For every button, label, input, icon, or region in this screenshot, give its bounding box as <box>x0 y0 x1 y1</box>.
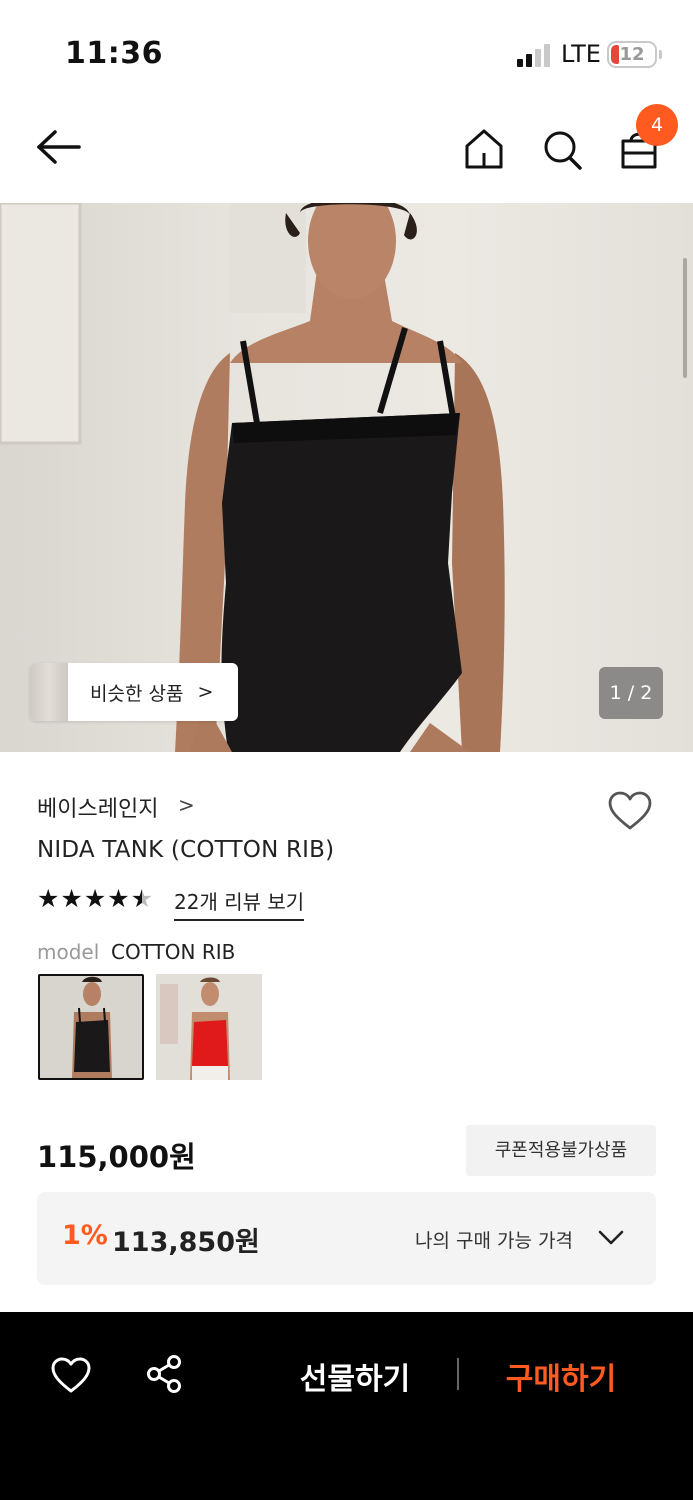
battery-level: 12 <box>619 44 645 65</box>
star-icon: ★ <box>83 884 107 913</box>
swatch-thumbnail <box>156 974 262 1080</box>
color-swatch-black[interactable] <box>38 974 144 1080</box>
reviews-link[interactable]: 22개 리뷰 보기 <box>174 886 305 921</box>
brand-link[interactable]: 베이스레인지 <box>37 791 158 823</box>
image-page-indicator: 1 / 2 <box>599 667 663 719</box>
scroll-indicator <box>683 258 687 378</box>
search-icon[interactable] <box>541 127 583 171</box>
similar-thumbnail <box>30 663 68 721</box>
discount-rate: 1% <box>62 1220 108 1251</box>
original-price: 115,000원 <box>37 1140 196 1174</box>
arrow-left-icon[interactable] <box>35 127 83 167</box>
signal-icon <box>517 43 553 67</box>
battery-icon: 12 <box>607 41 657 68</box>
divider <box>457 1358 459 1390</box>
heart-outline-icon[interactable] <box>50 1356 92 1394</box>
buy-button[interactable]: 구매하기 <box>486 1354 636 1398</box>
network-type: LTE <box>561 40 601 68</box>
swatch-thumbnail <box>40 976 142 1078</box>
top-nav <box>0 100 693 203</box>
my-price-panel[interactable]: 1% 113,850원 나의 구매 가능 가격 <box>37 1192 656 1285</box>
cart-count-badge: 4 <box>636 104 678 146</box>
chevron-right-icon[interactable]: > <box>178 793 195 817</box>
my-price-label: 나의 구매 가능 가격 <box>415 1230 573 1252</box>
star-icon: ★ <box>107 884 130 913</box>
discount-price: 113,850원 <box>112 1227 260 1258</box>
gift-button[interactable]: 선물하기 <box>280 1354 430 1398</box>
chevron-right-icon: > <box>197 681 214 703</box>
share-icon[interactable] <box>145 1354 185 1394</box>
chevron-down-icon[interactable] <box>597 1228 625 1248</box>
battery-cap <box>659 50 662 59</box>
status-bar: 11:36 LTE 12 <box>0 0 693 100</box>
heart-outline-icon[interactable] <box>607 790 653 832</box>
model-label: model <box>37 940 100 964</box>
similar-products-label: 비슷한 상품 <box>90 682 184 705</box>
star-icon: ★ <box>60 884 83 913</box>
star-half-icon: ★ <box>130 884 154 913</box>
product-title: NIDA TANK (COTTON RIB) <box>37 837 335 863</box>
model-value: COTTON RIB <box>111 940 236 964</box>
star-icon: ★ <box>37 884 60 913</box>
color-swatch-red[interactable] <box>156 974 262 1080</box>
status-time: 11:36 <box>65 36 163 71</box>
home-icon[interactable] <box>463 127 505 171</box>
coupon-badge: 쿠폰적용불가상품 <box>466 1125 656 1176</box>
similar-products-button[interactable]: 비슷한 상품 > <box>30 663 238 721</box>
bottom-action-bar: 선물하기 구매하기 <box>0 1312 693 1500</box>
rating-stars: ★ ★ ★ ★ ★ <box>37 884 165 914</box>
